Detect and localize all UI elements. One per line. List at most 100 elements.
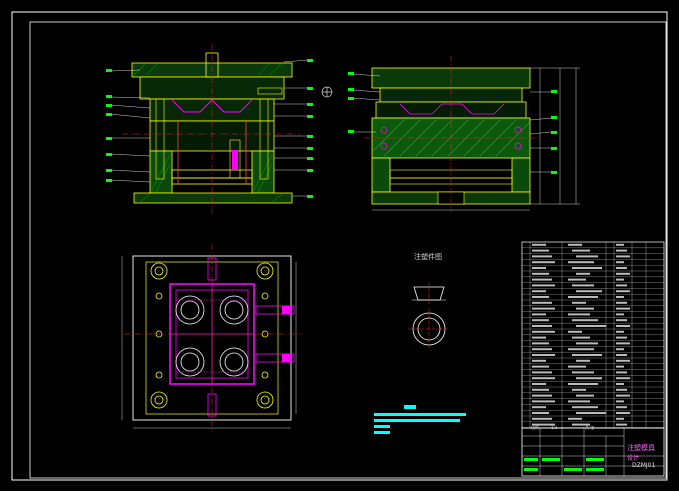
bom-cell-mark xyxy=(532,359,546,362)
bom-cell-mark xyxy=(616,348,624,351)
cad-drawing-sheet xyxy=(11,11,668,481)
bom-cell-mark xyxy=(532,417,552,420)
bom-cell-mark xyxy=(572,388,586,391)
drawing-title: 注塑模具 xyxy=(627,444,655,452)
bom-cell-mark xyxy=(616,290,630,293)
bom-cell-mark xyxy=(616,377,630,380)
bom-cell-mark xyxy=(532,249,549,252)
bom-cell-mark xyxy=(532,284,555,287)
bom-cell-mark xyxy=(532,412,549,414)
drawing-frame xyxy=(11,11,668,481)
bom-cell-mark xyxy=(616,394,630,397)
bom-cell-mark xyxy=(532,319,549,322)
bom-cell-mark xyxy=(572,301,586,304)
bom-cell-mark xyxy=(572,371,594,374)
bom-cell-mark xyxy=(568,278,586,281)
bom-cell-mark xyxy=(576,307,594,310)
bom-cell-mark xyxy=(532,388,549,391)
bom-cell-mark xyxy=(568,365,586,368)
bom-cell-mark xyxy=(532,307,555,310)
bom-cell-mark xyxy=(576,377,602,380)
part-view-title: 注塑件图 xyxy=(414,253,442,261)
bom-cell-mark xyxy=(576,412,606,414)
bom-cell-mark xyxy=(532,377,555,380)
bom-cell-mark xyxy=(532,365,549,368)
scale-value: 1:1 xyxy=(551,425,558,430)
scale-label: 比例 xyxy=(531,425,539,430)
bom-cell-mark xyxy=(616,388,627,391)
bom-cell-mark xyxy=(532,400,555,403)
parts-list xyxy=(521,241,665,429)
bom-cell-mark xyxy=(616,342,630,345)
drawing-title-line2: 设计 xyxy=(627,455,640,462)
bom-cell-mark xyxy=(616,371,627,374)
bom-cell-mark xyxy=(532,267,546,269)
bom-cell-mark xyxy=(532,348,552,351)
bom-cell-mark xyxy=(616,272,630,275)
sheet-count-label: 共 张 xyxy=(585,425,595,430)
plan-view xyxy=(121,244,302,432)
bom-cell-mark xyxy=(572,406,598,409)
bom-cell-mark xyxy=(532,243,546,246)
bom-cell-mark xyxy=(532,301,552,304)
bom-cell-mark xyxy=(616,417,624,420)
bom-cell-mark xyxy=(568,261,594,264)
bom-cell-mark xyxy=(616,325,630,327)
bom-cell-mark xyxy=(532,313,546,316)
bom-cell-mark xyxy=(616,296,624,298)
bom-cell-mark xyxy=(568,296,598,298)
bom-cell-mark xyxy=(616,336,627,339)
bom-cell-mark xyxy=(616,301,627,304)
technical-requirements xyxy=(374,405,466,434)
bom-cell-mark xyxy=(616,278,624,281)
bom-cell-mark xyxy=(532,383,546,385)
bom-cell-mark xyxy=(572,319,598,322)
bom-cell-mark xyxy=(568,243,582,246)
bom-cell-mark xyxy=(616,383,624,385)
bom-cell-mark xyxy=(572,284,594,287)
bom-cell-mark xyxy=(568,383,598,385)
bom-cell-mark xyxy=(532,394,552,397)
bom-cell-mark xyxy=(576,394,594,397)
bom-cell-mark xyxy=(576,290,602,293)
bom-cell-mark xyxy=(616,330,624,333)
bom-cell-mark xyxy=(616,307,630,310)
bom-cell-mark xyxy=(532,272,549,275)
bom-cell-mark xyxy=(616,319,627,322)
bom-cell-mark xyxy=(572,267,602,269)
drawing-number: DZMJ01 xyxy=(632,462,656,469)
bom-cell-mark xyxy=(532,325,552,327)
bom-cell-mark xyxy=(568,348,594,351)
part-drawing xyxy=(408,282,450,350)
bom-cell-mark xyxy=(616,267,627,269)
bom-cell-mark xyxy=(576,325,606,327)
bom-cell-mark xyxy=(572,336,590,339)
bom-cell-mark xyxy=(572,354,602,356)
bom-cell-mark xyxy=(616,284,627,287)
bom-cell-mark xyxy=(616,243,624,246)
bom-cell-mark xyxy=(568,313,590,316)
bom-cell-mark xyxy=(532,261,555,264)
bom-cell-mark xyxy=(532,278,552,281)
bom-cell-mark xyxy=(576,255,598,258)
bom-cell-mark xyxy=(532,406,546,409)
bom-cell-mark xyxy=(532,371,552,374)
bom-cell-mark xyxy=(616,423,627,426)
bom-cell-mark xyxy=(576,359,590,362)
front-section-view xyxy=(106,44,333,214)
bom-cell-mark xyxy=(616,406,627,409)
bom-cell-mark xyxy=(616,359,630,362)
bom-cell-mark xyxy=(616,261,624,264)
bom-cell-mark xyxy=(572,249,590,252)
bom-cell-mark xyxy=(616,354,627,356)
bom-cell-mark xyxy=(532,330,555,333)
bom-cell-mark xyxy=(532,342,549,345)
bom-cell-mark xyxy=(532,336,546,339)
bom-cell-mark xyxy=(616,313,624,316)
bom-cell-mark xyxy=(576,342,598,345)
bom-cell-mark xyxy=(576,272,590,275)
bom-cell-mark xyxy=(568,330,582,333)
side-section-view xyxy=(348,56,580,212)
bom-cell-mark xyxy=(616,249,627,252)
bom-cell-mark xyxy=(532,255,552,258)
